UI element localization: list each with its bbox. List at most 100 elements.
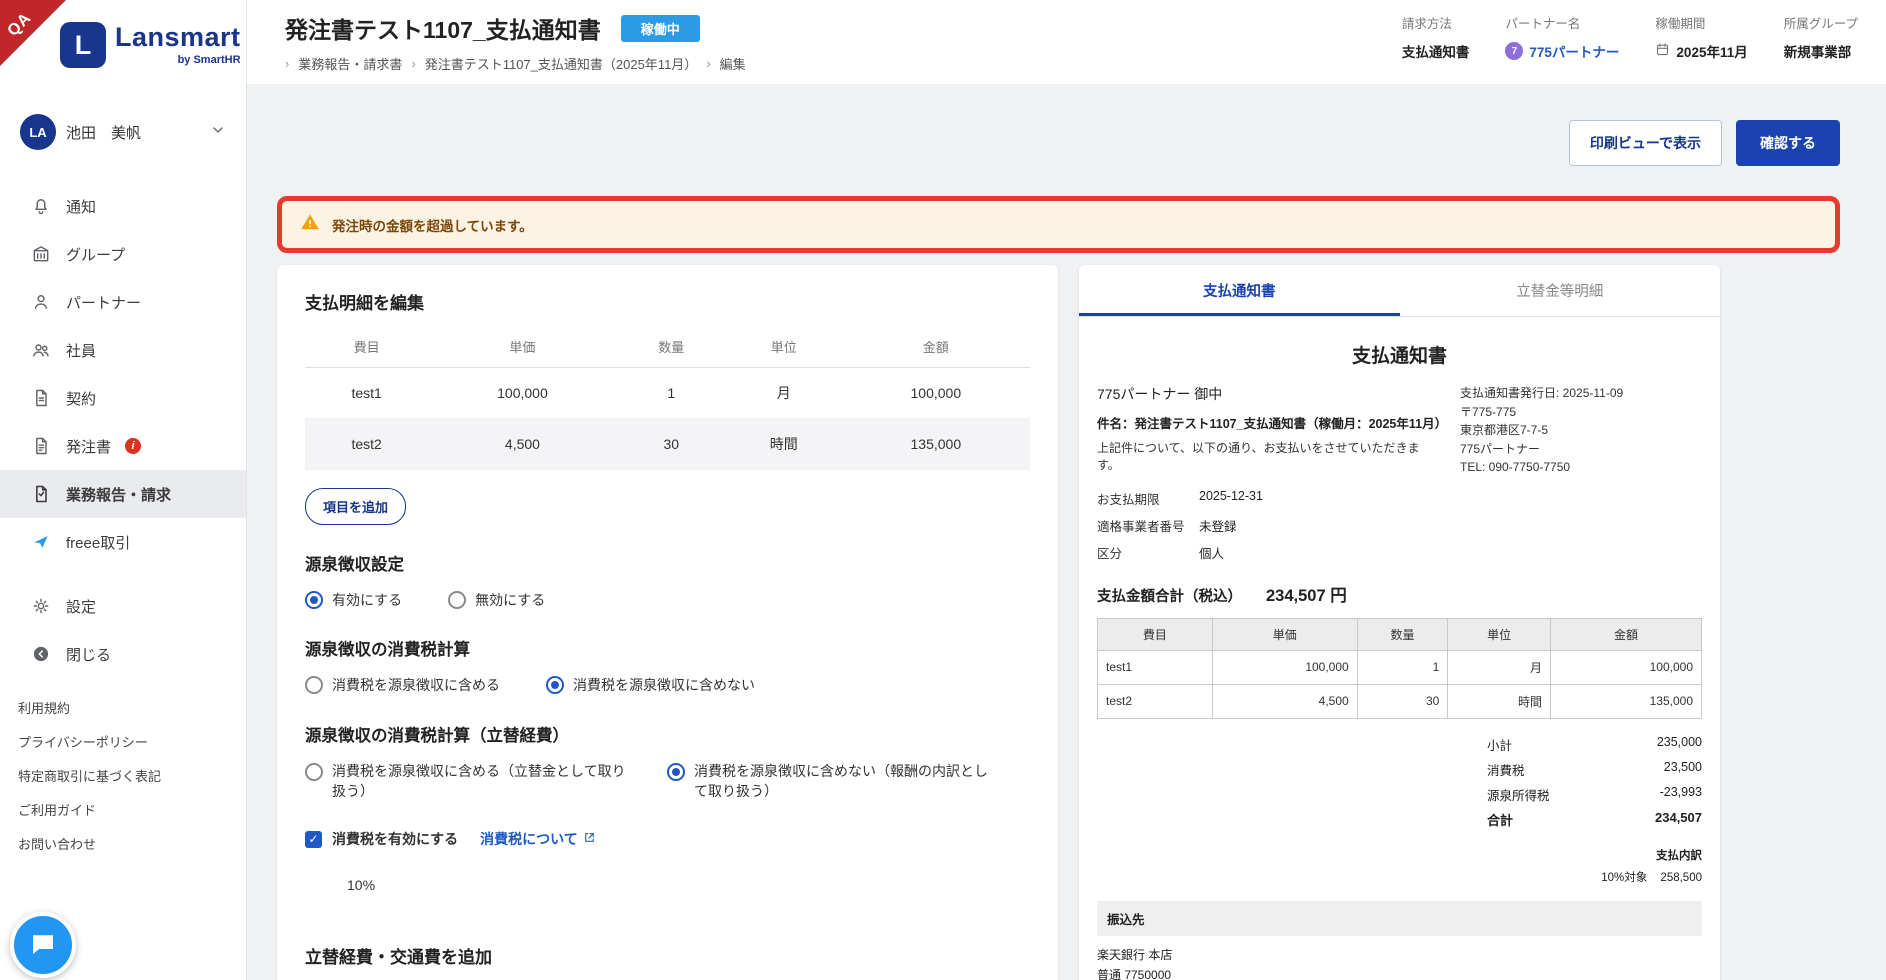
col-expense-item: 費目 [305,326,428,368]
doc-line-items-table: 費目 単価 数量 単位 金額 test1 100,000 1 [1097,618,1702,719]
tax-enable-row: 消費税を有効にする 消費税について [305,829,1030,849]
sidebar-item-partners[interactable]: パートナー [0,278,246,326]
tab-expense-detail[interactable]: 立替金等明細 [1400,265,1721,316]
tab-payment-notice[interactable]: 支払通知書 [1079,265,1400,316]
issuer-line: 775パートナー [1460,440,1702,459]
breadcrumb-chevron: › [285,56,289,71]
link-terms[interactable]: 利用規約 [18,698,161,717]
breadcrumb-chevron: › [706,56,710,71]
partner-link[interactable]: 775パートナー [1529,41,1619,61]
cell-item: test2 [305,419,428,470]
col-unit: 単位 [726,326,842,368]
summary-tax: 消費税 23,500 [1487,760,1702,779]
withholding-section-title: 源泉徴収設定 [305,551,1030,575]
sidebar-item-groups[interactable]: グループ [0,230,246,278]
confirm-button[interactable]: 確認する [1736,120,1840,166]
radio-withholding-enable[interactable]: 有効にする [305,590,402,610]
sidebar-item-reports-billing[interactable]: 業務報告・請求 [0,470,246,518]
panels: 支払明細を編集 費目 単価 数量 単位 金額 test1 [277,265,1840,980]
meta-partner-name: パートナー名 7 775パートナー [1505,13,1619,84]
table-row[interactable]: test2 4,500 30 時間 135,000 [305,419,1030,470]
doc-table-row: test1 100,000 1 月 100,000 [1098,650,1702,684]
user-menu[interactable]: LA 池田 美帆 [8,106,238,158]
doc-recipient-block: 775パートナー 御中 件名：発注書テスト1107_支払通知書（稼働月：2025… [1097,384,1442,477]
summary-total: 合計 234,507 [1487,810,1702,829]
radio-icon [667,763,685,781]
sidebar-item-label: 発注書 [66,436,111,457]
meta-billing-method: 請求方法 支払通知書 [1402,13,1470,84]
breadcrumb-reports[interactable]: 業務報告・請求書 [298,54,402,73]
bell-icon [30,195,52,217]
link-commerce-law[interactable]: 特定商取引に基づく表記 [18,766,161,785]
doc-table-header-row: 費目 単価 数量 単位 金額 [1098,618,1702,650]
breakdown-title: 支払内訳 [1097,847,1702,863]
radio-withholding-disable[interactable]: 無効にする [448,590,545,610]
chat-button[interactable] [10,912,76,978]
breadcrumb-document[interactable]: 発注書テスト1107_支払通知書（2025年11月） [425,54,698,73]
radio-expense-tax-include[interactable]: 消費税を源泉徴収に含める（立替金として取り扱う） [305,761,637,802]
radio-icon [305,763,323,781]
report-icon [30,483,52,505]
meta-label: 所属グループ [1784,13,1858,32]
sidebar-item-employees[interactable]: 社員 [0,326,246,374]
tax-calc-expense-section-title: 源泉徴収の消費税計算（立替経費） [305,722,1030,746]
link-privacy[interactable]: プライバシーポリシー [18,732,161,751]
print-view-button[interactable]: 印刷ビューで表示 [1569,120,1722,166]
person-icon [30,291,52,313]
table-row[interactable]: test1 100,000 1 月 100,000 [305,368,1030,419]
doc-recipient: 775パートナー 御中 [1097,384,1442,404]
cell-item: test1 [305,368,428,419]
doc-total-value: 234,507 円 [1266,582,1347,606]
sidebar-item-label: 設定 [66,596,96,617]
bank-details: 楽天銀行 本店 普通 7750000 775パｰﾄﾅｰ [1097,946,1702,980]
tax-info-link[interactable]: 消費税について [480,829,596,849]
document-icon [30,435,52,457]
gear-icon [30,595,52,617]
doc-summary: 小計 235,000 消費税 23,500 源泉所得税 -23,993 合計 [1487,735,1702,829]
cell-unit-price: 100,000 [428,368,616,419]
expense-section-title: 立替経費・交通費を追加 [305,943,1030,968]
add-item-button[interactable]: 項目を追加 [305,488,406,525]
doc-total-label: 支払金額合計（税込） [1097,585,1242,606]
sidebar-item-freee[interactable]: freee取引 [0,518,246,566]
doc-title: 支払通知書 [1097,341,1702,368]
radio-expense-tax-exclude[interactable]: 消費税を源泉徴収に含めない（報酬の内訳として取り扱う） [667,761,999,802]
freee-icon [30,531,52,553]
link-contact[interactable]: お問い合わせ [18,834,161,853]
qa-ribbon: QA [0,0,66,66]
link-guide[interactable]: ご利用ガイド [18,800,161,819]
doc-issuer-block: 支払通知書発行日: 2025-11-09 〒775-775 東京都港区7-7-5… [1460,384,1702,477]
cell-quantity: 30 [617,419,726,470]
cell-unit: 月 [726,368,842,419]
tax-enable-checkbox[interactable] [305,831,322,848]
sidebar-item-notifications[interactable]: 通知 [0,182,246,230]
sidebar-item-settings[interactable]: 設定 [0,582,246,630]
cell-unit: 時間 [726,419,842,470]
issuer-line: 〒775-775 [1460,403,1702,422]
radio-tax-exclude[interactable]: 消費税を源泉徴収に含めない [546,675,755,695]
payment-detail-editor: 支払明細を編集 費目 単価 数量 単位 金額 test1 [277,265,1058,980]
sidebar-item-purchase-orders[interactable]: 発注書 i [0,422,246,470]
notification-badge: i [125,438,141,454]
sidebar-item-close[interactable]: 閉じる [0,630,246,678]
tax-rate-value: 10% [347,877,1030,893]
radio-icon [305,676,323,694]
external-link-icon [583,831,596,847]
header-meta: 請求方法 支払通知書 パートナー名 7 775パートナー 稼働期間 2025年1… [1402,13,1858,84]
sidebar-menu: 通知 グループ パートナー 社員 契約 発注書 i [0,182,246,678]
qa-ribbon-label: QA [4,9,35,40]
meta-value: 2025年11月 [1676,41,1747,61]
cell-amount: 100,000 [842,368,1030,419]
page-header: 発注書テスト1107_支払通知書 稼働中 › 業務報告・請求書 › 発注書テスト… [247,0,1886,84]
doc-greeting: 上記件について、以下の通り、お支払いをさせていただきます。 [1097,439,1442,473]
page-title: 発注書テスト1107_支払通知書 [285,11,601,45]
bank-line: 普通 7750000 [1097,966,1702,980]
radio-tax-include[interactable]: 消費税を源泉徴収に含める [305,675,500,695]
chat-icon [28,929,58,962]
info-row-invoice-number: 適格事業者番号 未登録 [1097,516,1702,535]
tax-calc-options: 消費税を源泉徴収に含める 消費税を源泉徴収に含めない [305,675,1030,695]
doc-col-unit-price: 単価 [1212,618,1357,650]
brand-logo[interactable]: L Lansmart by SmartHR [60,22,241,68]
sidebar-item-contracts[interactable]: 契約 [0,374,246,422]
breadcrumb-chevron: › [411,56,415,71]
